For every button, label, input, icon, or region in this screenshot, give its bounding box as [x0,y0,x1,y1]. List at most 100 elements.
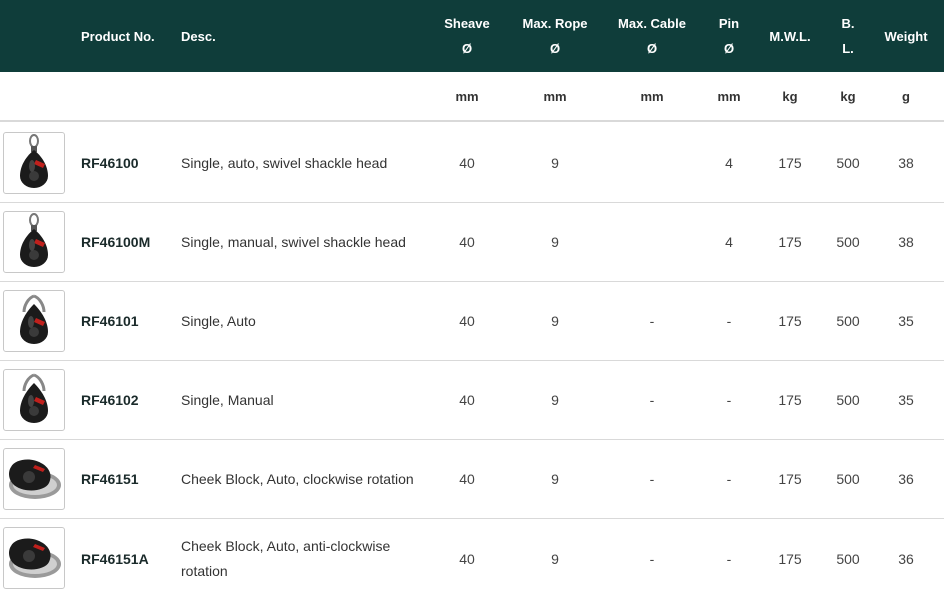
product-thumbnail[interactable] [3,448,65,510]
max-rope-cell: 9 [551,155,559,171]
header-pin: Pin Ø [718,16,740,56]
max-rope-cell: 9 [551,392,559,408]
sheave-cell: 40 [459,550,475,567]
max-cable-cell: - [649,550,655,567]
single-block-image [10,371,58,430]
header-bl: B. L. [841,16,855,56]
description-text: Single, Manual [181,391,274,408]
description-cell: Single, auto, swivel shackle head [181,124,421,202]
unit-mwl: kg [782,88,798,104]
mwl-cell: 175 [778,392,802,408]
weight-cell: 35 [898,313,914,329]
units-row: mm mm mm mm kg kg g [0,72,944,122]
weight-cell: 38 [898,234,914,250]
max-rope-cell: 9 [551,471,559,487]
description-cell: Cheek Block, Auto, clockwise rotation [181,440,421,518]
product-number-link[interactable]: RF46100 [81,155,139,171]
product-thumbnail[interactable] [3,211,65,273]
weight-cell: 36 [898,471,914,487]
unit-bl: kg [840,88,856,104]
max-rope-cell: 9 [551,234,559,250]
weight-cell: 36 [898,550,914,567]
product-thumbnail[interactable] [3,290,65,352]
product-thumbnail[interactable] [3,132,65,194]
header-mwl: M.W.L. [769,28,811,44]
description-cell: Single, Manual [181,361,421,439]
table-row: RF46151A Cheek Block, Auto, anti-clockwi… [0,519,944,594]
pin-cell: - [726,313,732,329]
header-sheave: Sheave Ø [444,16,490,56]
cheek-block-image [5,532,63,585]
mwl-cell: 175 [778,550,802,567]
description-cell: Cheek Block, Auto, anti-clockwise rotati… [181,519,421,594]
description-text: Single, auto, swivel shackle head [181,154,388,171]
unit-max-rope: mm [543,88,567,104]
header-weight: Weight [884,28,928,44]
product-number-cell: RF46100 [81,124,176,202]
product-thumbnail[interactable] [3,527,65,589]
single-block-swivel-shackle-image [10,212,58,272]
product-spec-table: Product No. Desc. Sheave Ø Max. Rope Ø Max… [0,0,944,594]
table-row: RF46101 Single, Auto 40 9 - - 175 500 35 [0,282,944,361]
unit-max-cable: mm [640,88,664,104]
bl-cell: 500 [836,234,860,250]
pin-cell: - [726,471,732,487]
unit-sheave: mm [455,88,479,104]
max-rope-cell: 9 [551,550,559,567]
table-row: RF46102 Single, Manual 40 9 - - 175 500 … [0,361,944,440]
bl-cell: 500 [836,550,860,567]
single-block-image [10,292,58,351]
sheave-cell: 40 [459,471,475,487]
table-row: RF46100 Single, auto, swivel shackle hea… [0,124,944,203]
description-cell: Single, Auto [181,282,421,360]
header-max-cable: Max. Cable Ø [618,16,686,56]
unit-weight: g [902,88,910,104]
cheek-block-image [5,453,63,506]
table-header: Product No. Desc. Sheave Ø Max. Rope Ø Max… [0,0,944,72]
product-number-link[interactable]: RF46151 [81,471,139,487]
single-block-swivel-shackle-image [10,133,58,193]
product-number-link[interactable]: RF46100M [81,234,150,250]
product-thumbnail[interactable] [3,369,65,431]
description-text: Single, Auto [181,312,256,329]
product-number-link[interactable]: RF46101 [81,313,139,329]
max-cable-cell: - [649,313,655,329]
product-number-cell: RF46101 [81,282,176,360]
max-cable-cell [605,203,699,281]
header-max-rope: Max. Rope Ø [522,16,588,56]
header-desc: Desc. [181,28,216,44]
max-rope-cell: 9 [551,313,559,329]
sheave-cell: 40 [459,313,475,329]
sheave-cell: 40 [459,155,475,171]
sheave-cell: 40 [459,392,475,408]
product-number-cell: RF46102 [81,361,176,439]
product-number-link[interactable]: RF46102 [81,392,139,408]
bl-cell: 500 [836,155,860,171]
max-cable-cell: - [649,392,655,408]
pin-cell: - [726,392,732,408]
max-cable-cell [605,124,699,202]
description-text: Single, manual, swivel shackle head [181,233,406,250]
mwl-cell: 175 [778,155,802,171]
pin-cell: - [726,550,732,567]
max-cable-cell: - [649,471,655,487]
header-product-no: Product No. [81,28,155,44]
unit-pin: mm [717,88,741,104]
bl-cell: 500 [836,471,860,487]
bl-cell: 500 [836,392,860,408]
product-number-link[interactable]: RF46151A [81,551,149,567]
mwl-cell: 175 [778,313,802,329]
description-text: Cheek Block, Auto, clockwise rotation [181,470,414,487]
table-row: RF46151 Cheek Block, Auto, clockwise rot… [0,440,944,519]
pin-cell: 4 [725,234,733,250]
pin-cell: 4 [725,155,733,171]
weight-cell: 35 [898,392,914,408]
mwl-cell: 175 [778,234,802,250]
product-number-cell: RF46151A [81,519,176,594]
sheave-cell: 40 [459,234,475,250]
description-cell: Single, manual, swivel shackle head [181,203,421,281]
product-number-cell: RF46151 [81,440,176,518]
table-row: RF46100M Single, manual, swivel shackle … [0,203,944,282]
weight-cell: 38 [898,155,914,171]
mwl-cell: 175 [778,471,802,487]
